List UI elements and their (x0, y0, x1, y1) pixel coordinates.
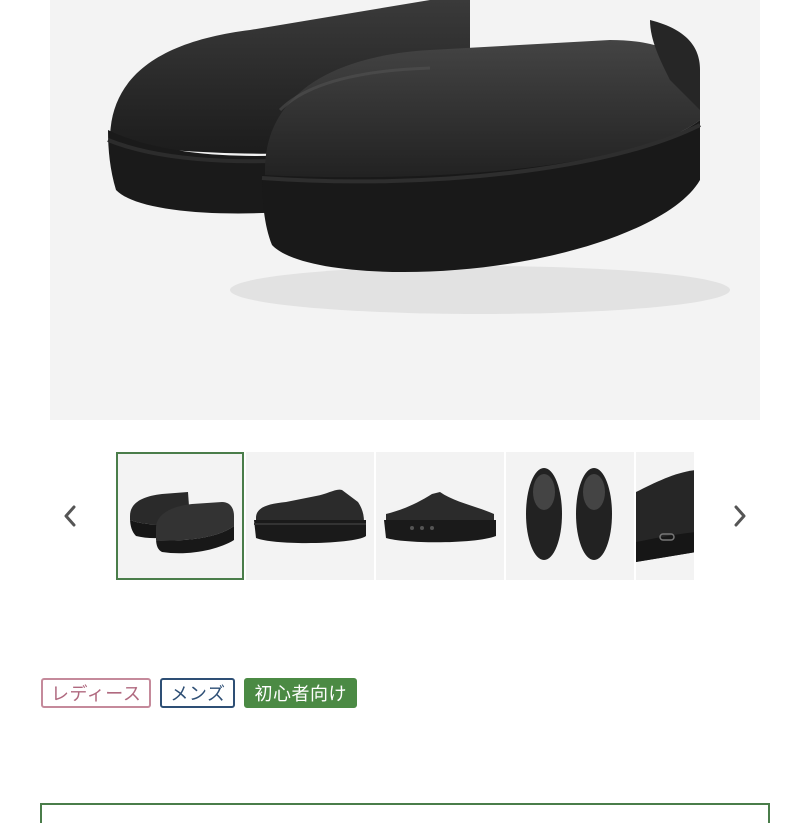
clog-photo-icon (107, 0, 730, 314)
chevron-right-icon (734, 505, 746, 527)
chevron-left-icon (64, 505, 76, 527)
thumbnail-strip (116, 450, 694, 582)
tag-beginner[interactable]: 初心者向け (244, 678, 357, 708)
carousel-next-button[interactable] (722, 498, 758, 534)
clog-heel-closeup-icon (636, 470, 694, 562)
clog-top-down-icon (526, 468, 612, 560)
clog-side-icon (254, 489, 366, 544)
clog-pair-angle-icon (130, 492, 234, 554)
carousel-prev-button[interactable] (52, 498, 88, 534)
tag-mens[interactable]: メンズ (160, 678, 236, 708)
thumbnail-1[interactable] (116, 452, 244, 580)
thumbnail-carousel (0, 450, 810, 582)
thumbnail-5[interactable] (636, 452, 694, 580)
tag-ladies[interactable]: レディース (41, 678, 152, 708)
main-product-image (50, 0, 760, 420)
category-tags: レディース メンズ 初心者向け (41, 678, 357, 708)
thumbnail-3[interactable] (376, 452, 504, 580)
thumbnail-4[interactable] (506, 452, 634, 580)
thumbnail-2[interactable] (246, 452, 374, 580)
clog-side-vents-icon (384, 492, 496, 543)
bottom-panel (40, 803, 770, 823)
